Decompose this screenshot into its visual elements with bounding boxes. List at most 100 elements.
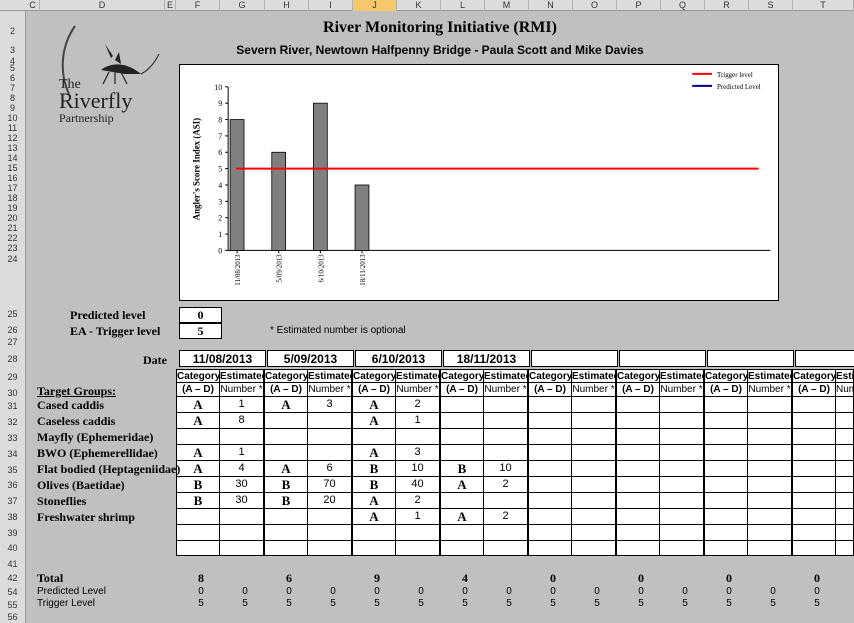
estimated-number-cell[interactable]: 2: [396, 397, 440, 413]
estimated-number-cell[interactable]: [308, 413, 352, 429]
category-cell[interactable]: [440, 397, 484, 413]
estimated-number-cell[interactable]: 1: [220, 445, 264, 461]
category-cell[interactable]: [616, 493, 660, 509]
category-cell[interactable]: B: [352, 477, 396, 493]
row-header-26[interactable]: 26: [0, 325, 25, 335]
estimated-number-cell[interactable]: [660, 493, 704, 509]
row-header-42[interactable]: 42: [0, 573, 25, 583]
estimated-number-cell[interactable]: 30: [220, 477, 264, 493]
estimated-number-cell[interactable]: 6: [308, 461, 352, 477]
category-cell[interactable]: [352, 525, 396, 541]
row-header-24[interactable]: 24: [0, 254, 25, 264]
estimated-number-cell[interactable]: 30: [220, 493, 264, 509]
estimated-number-cell[interactable]: [572, 461, 616, 477]
category-cell[interactable]: [176, 509, 220, 525]
category-cell[interactable]: A: [352, 413, 396, 429]
estimated-number-cell[interactable]: [836, 397, 854, 413]
estimated-number-cell[interactable]: [396, 429, 440, 445]
row-header-54[interactable]: 54: [0, 587, 25, 597]
estimated-number-cell[interactable]: [484, 525, 528, 541]
estimated-number-cell[interactable]: 1: [396, 413, 440, 429]
estimated-number-cell[interactable]: 3: [308, 397, 352, 413]
column-header-m[interactable]: M: [485, 0, 529, 11]
category-cell[interactable]: [528, 525, 572, 541]
row-header-10[interactable]: 10: [0, 113, 25, 123]
category-cell[interactable]: A: [176, 397, 220, 413]
category-cell[interactable]: [440, 541, 484, 556]
category-cell[interactable]: [528, 493, 572, 509]
estimated-number-cell[interactable]: 8: [220, 413, 264, 429]
category-cell[interactable]: A: [352, 397, 396, 413]
estimated-number-cell[interactable]: [308, 541, 352, 556]
estimated-number-cell[interactable]: [572, 493, 616, 509]
estimated-number-cell[interactable]: [484, 541, 528, 556]
row-header-21[interactable]: 21: [0, 223, 25, 233]
estimated-number-cell[interactable]: [836, 509, 854, 525]
column-header-f[interactable]: F: [176, 0, 220, 11]
estimated-number-cell[interactable]: 70: [308, 477, 352, 493]
estimated-number-cell[interactable]: [484, 413, 528, 429]
row-header-27[interactable]: 27: [0, 337, 25, 347]
row-header-28[interactable]: 28: [0, 354, 25, 364]
category-cell[interactable]: [352, 429, 396, 445]
estimated-number-cell[interactable]: [748, 477, 792, 493]
category-cell[interactable]: [264, 541, 308, 556]
column-header-e[interactable]: E: [165, 0, 176, 11]
estimated-number-cell[interactable]: [748, 397, 792, 413]
estimated-number-cell[interactable]: [572, 477, 616, 493]
estimated-number-cell[interactable]: [660, 541, 704, 556]
row-header-19[interactable]: 19: [0, 203, 25, 213]
estimated-number-cell[interactable]: [572, 429, 616, 445]
row-header-17[interactable]: 17: [0, 183, 25, 193]
row-header-7[interactable]: 7: [0, 83, 25, 93]
estimated-number-cell[interactable]: [660, 429, 704, 445]
category-cell[interactable]: A: [176, 445, 220, 461]
estimated-number-cell[interactable]: [836, 445, 854, 461]
category-cell[interactable]: [616, 541, 660, 556]
estimated-number-cell[interactable]: [748, 429, 792, 445]
category-cell[interactable]: [792, 461, 836, 477]
estimated-number-cell[interactable]: [836, 477, 854, 493]
column-header-t[interactable]: T: [793, 0, 854, 11]
estimated-number-cell[interactable]: [748, 493, 792, 509]
row-header-16[interactable]: 16: [0, 173, 25, 183]
row-header-35[interactable]: 35: [0, 465, 25, 475]
category-cell[interactable]: [264, 413, 308, 429]
row-header-36[interactable]: 36: [0, 480, 25, 490]
category-cell[interactable]: [528, 461, 572, 477]
category-cell[interactable]: [352, 541, 396, 556]
category-cell[interactable]: B: [352, 461, 396, 477]
estimated-number-cell[interactable]: 3: [396, 445, 440, 461]
row-header-3[interactable]: 3: [0, 45, 25, 55]
predicted-level-input[interactable]: 0: [179, 307, 222, 323]
category-cell[interactable]: [704, 429, 748, 445]
category-cell[interactable]: [528, 397, 572, 413]
column-header-o[interactable]: O: [573, 0, 617, 11]
estimated-number-cell[interactable]: [308, 429, 352, 445]
estimated-number-cell[interactable]: [660, 477, 704, 493]
category-cell[interactable]: [176, 429, 220, 445]
date-header-1[interactable]: 11/08/2013: [179, 350, 266, 367]
category-cell[interactable]: [792, 429, 836, 445]
estimated-number-cell[interactable]: 10: [396, 461, 440, 477]
row-header-38[interactable]: 38: [0, 512, 25, 522]
category-cell[interactable]: [704, 509, 748, 525]
category-cell[interactable]: [704, 541, 748, 556]
row-header-5[interactable]: 5: [0, 63, 25, 73]
estimated-number-cell[interactable]: 1: [220, 397, 264, 413]
row-header-30[interactable]: 30: [0, 388, 25, 398]
category-cell[interactable]: [704, 397, 748, 413]
category-cell[interactable]: B: [264, 477, 308, 493]
category-cell[interactable]: [440, 493, 484, 509]
row-header-32[interactable]: 32: [0, 417, 25, 427]
category-cell[interactable]: A: [176, 461, 220, 477]
estimated-number-cell[interactable]: [660, 413, 704, 429]
row-header-6[interactable]: 6: [0, 73, 25, 83]
estimated-number-cell[interactable]: [836, 541, 854, 556]
category-cell[interactable]: [792, 509, 836, 525]
row-header-18[interactable]: 18: [0, 193, 25, 203]
row-header-14[interactable]: 14: [0, 153, 25, 163]
column-header-l[interactable]: L: [441, 0, 485, 11]
estimated-number-cell[interactable]: [572, 397, 616, 413]
category-cell[interactable]: [176, 541, 220, 556]
